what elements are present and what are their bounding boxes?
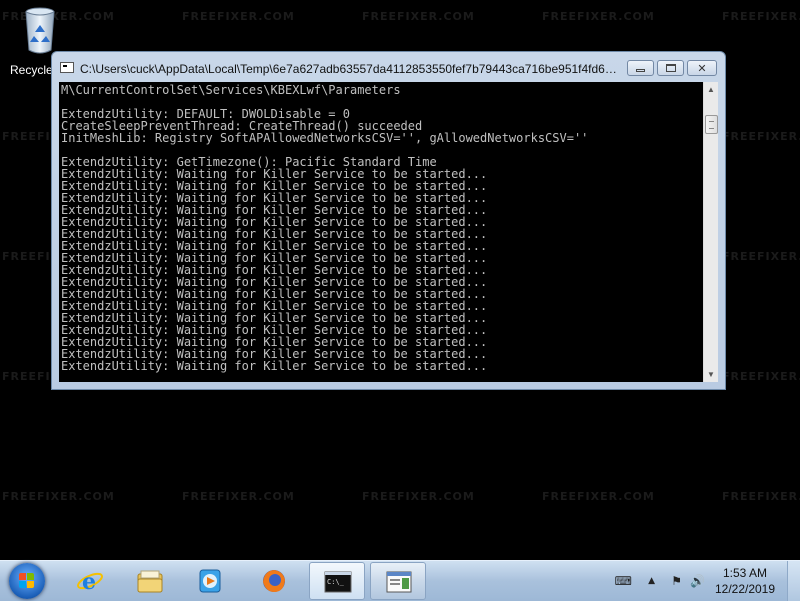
console-line: M\CurrentControlSet\Services\KBEXLwf\Par… [61, 83, 401, 97]
minimize-button[interactable] [627, 60, 654, 76]
minimize-icon [636, 68, 645, 72]
console-app-icon [60, 62, 74, 73]
taskbar-internet-explorer[interactable]: e [62, 562, 118, 600]
watermark-text: FREEFIXER.COM [722, 370, 800, 383]
taskbar-media-player[interactable] [182, 562, 238, 600]
taskbar-file-explorer[interactable] [122, 562, 178, 600]
taskbar-app-window[interactable] [370, 562, 426, 600]
svg-text:e: e [82, 569, 96, 594]
console-line: ExtendzUtility: Waiting for Killer Servi… [61, 359, 488, 373]
window-title: C:\Users\cuck\AppData\Local\Temp\6e7a627… [80, 62, 620, 76]
scroll-up-arrow-icon[interactable]: ▲ [704, 82, 718, 97]
command-prompt-icon: C:\_ [324, 571, 352, 593]
watermark-text: FREEFIXER.COM [722, 250, 800, 263]
keyboard-icon[interactable]: ⌨ [615, 574, 632, 588]
watermark-text: FREEFIXER.COM [2, 490, 115, 503]
window-controls: ✕ [627, 60, 717, 78]
watermark-text: FREEFIXER.COM [722, 490, 800, 503]
media-player-icon [199, 569, 221, 593]
close-button[interactable]: ✕ [687, 60, 717, 76]
maximize-icon [665, 64, 676, 72]
file-explorer-icon [137, 570, 163, 593]
svg-text:C:\_: C:\_ [327, 578, 345, 586]
watermark-text: FREEFIXER.COM [722, 10, 800, 23]
recycle-bin-icon [25, 7, 55, 54]
windows-logo-icon [19, 573, 35, 589]
firefox-icon [263, 570, 285, 592]
maximize-button[interactable] [657, 60, 684, 76]
watermark-text: FREEFIXER.COM [542, 490, 655, 503]
watermark-text: FREEFIXER.COM [182, 490, 295, 503]
start-button[interactable] [9, 563, 45, 599]
watermark-text: FREEFIXER.COM [722, 130, 800, 143]
action-center-flag-icon[interactable]: ⚑ [671, 574, 682, 588]
clock-time: 1:53 AM [722, 566, 768, 580]
app-window-icon [386, 571, 412, 593]
watermark-text: FREEFIXER.COM [542, 10, 655, 23]
show-hidden-icons-arrow-icon[interactable]: ▲ [648, 576, 655, 586]
watermark-text: FREEFIXER.COM [362, 490, 475, 503]
watermark-text: FREEFIXER.COM [182, 10, 295, 23]
scrollbar-thumb[interactable] [705, 115, 718, 134]
clock-date: 12/22/2019 [714, 582, 776, 596]
internet-explorer-icon: e [77, 569, 103, 594]
clock[interactable]: 1:53 AM 12/22/2019 [710, 565, 780, 597]
taskbar-command-prompt[interactable]: C:\_ [309, 562, 365, 600]
taskbar: e C:\_ ⌨ ▲ ⚑ 🔊 1:53 AM 12/22/2019 [0, 560, 800, 601]
scroll-down-arrow-icon[interactable]: ▼ [704, 367, 718, 382]
console-window[interactable]: C:\Users\cuck\AppData\Local\Temp\6e7a627… [51, 51, 726, 390]
taskbar-firefox[interactable] [246, 562, 302, 600]
volume-icon[interactable]: 🔊 [690, 574, 705, 588]
console-line: InitMeshLib: Registry SoftAPAllowedNetwo… [61, 131, 589, 145]
watermark-text: FREEFIXER.COM [362, 10, 475, 23]
vertical-scrollbar[interactable]: ▲ ▼ [703, 82, 718, 382]
show-desktop-button[interactable] [787, 561, 800, 601]
console-output[interactable]: M\CurrentControlSet\Services\KBEXLwf\Par… [59, 82, 703, 382]
close-icon: ✕ [697, 61, 707, 75]
window-titlebar[interactable]: C:\Users\cuck\AppData\Local\Temp\6e7a627… [52, 52, 725, 82]
desktop: FREEFIXER.COM FREEFIXER.COM FREEFIXER.COM F… [0, 0, 800, 560]
console-text: M\CurrentControlSet\Services\KBEXLwf\Par… [59, 82, 703, 372]
